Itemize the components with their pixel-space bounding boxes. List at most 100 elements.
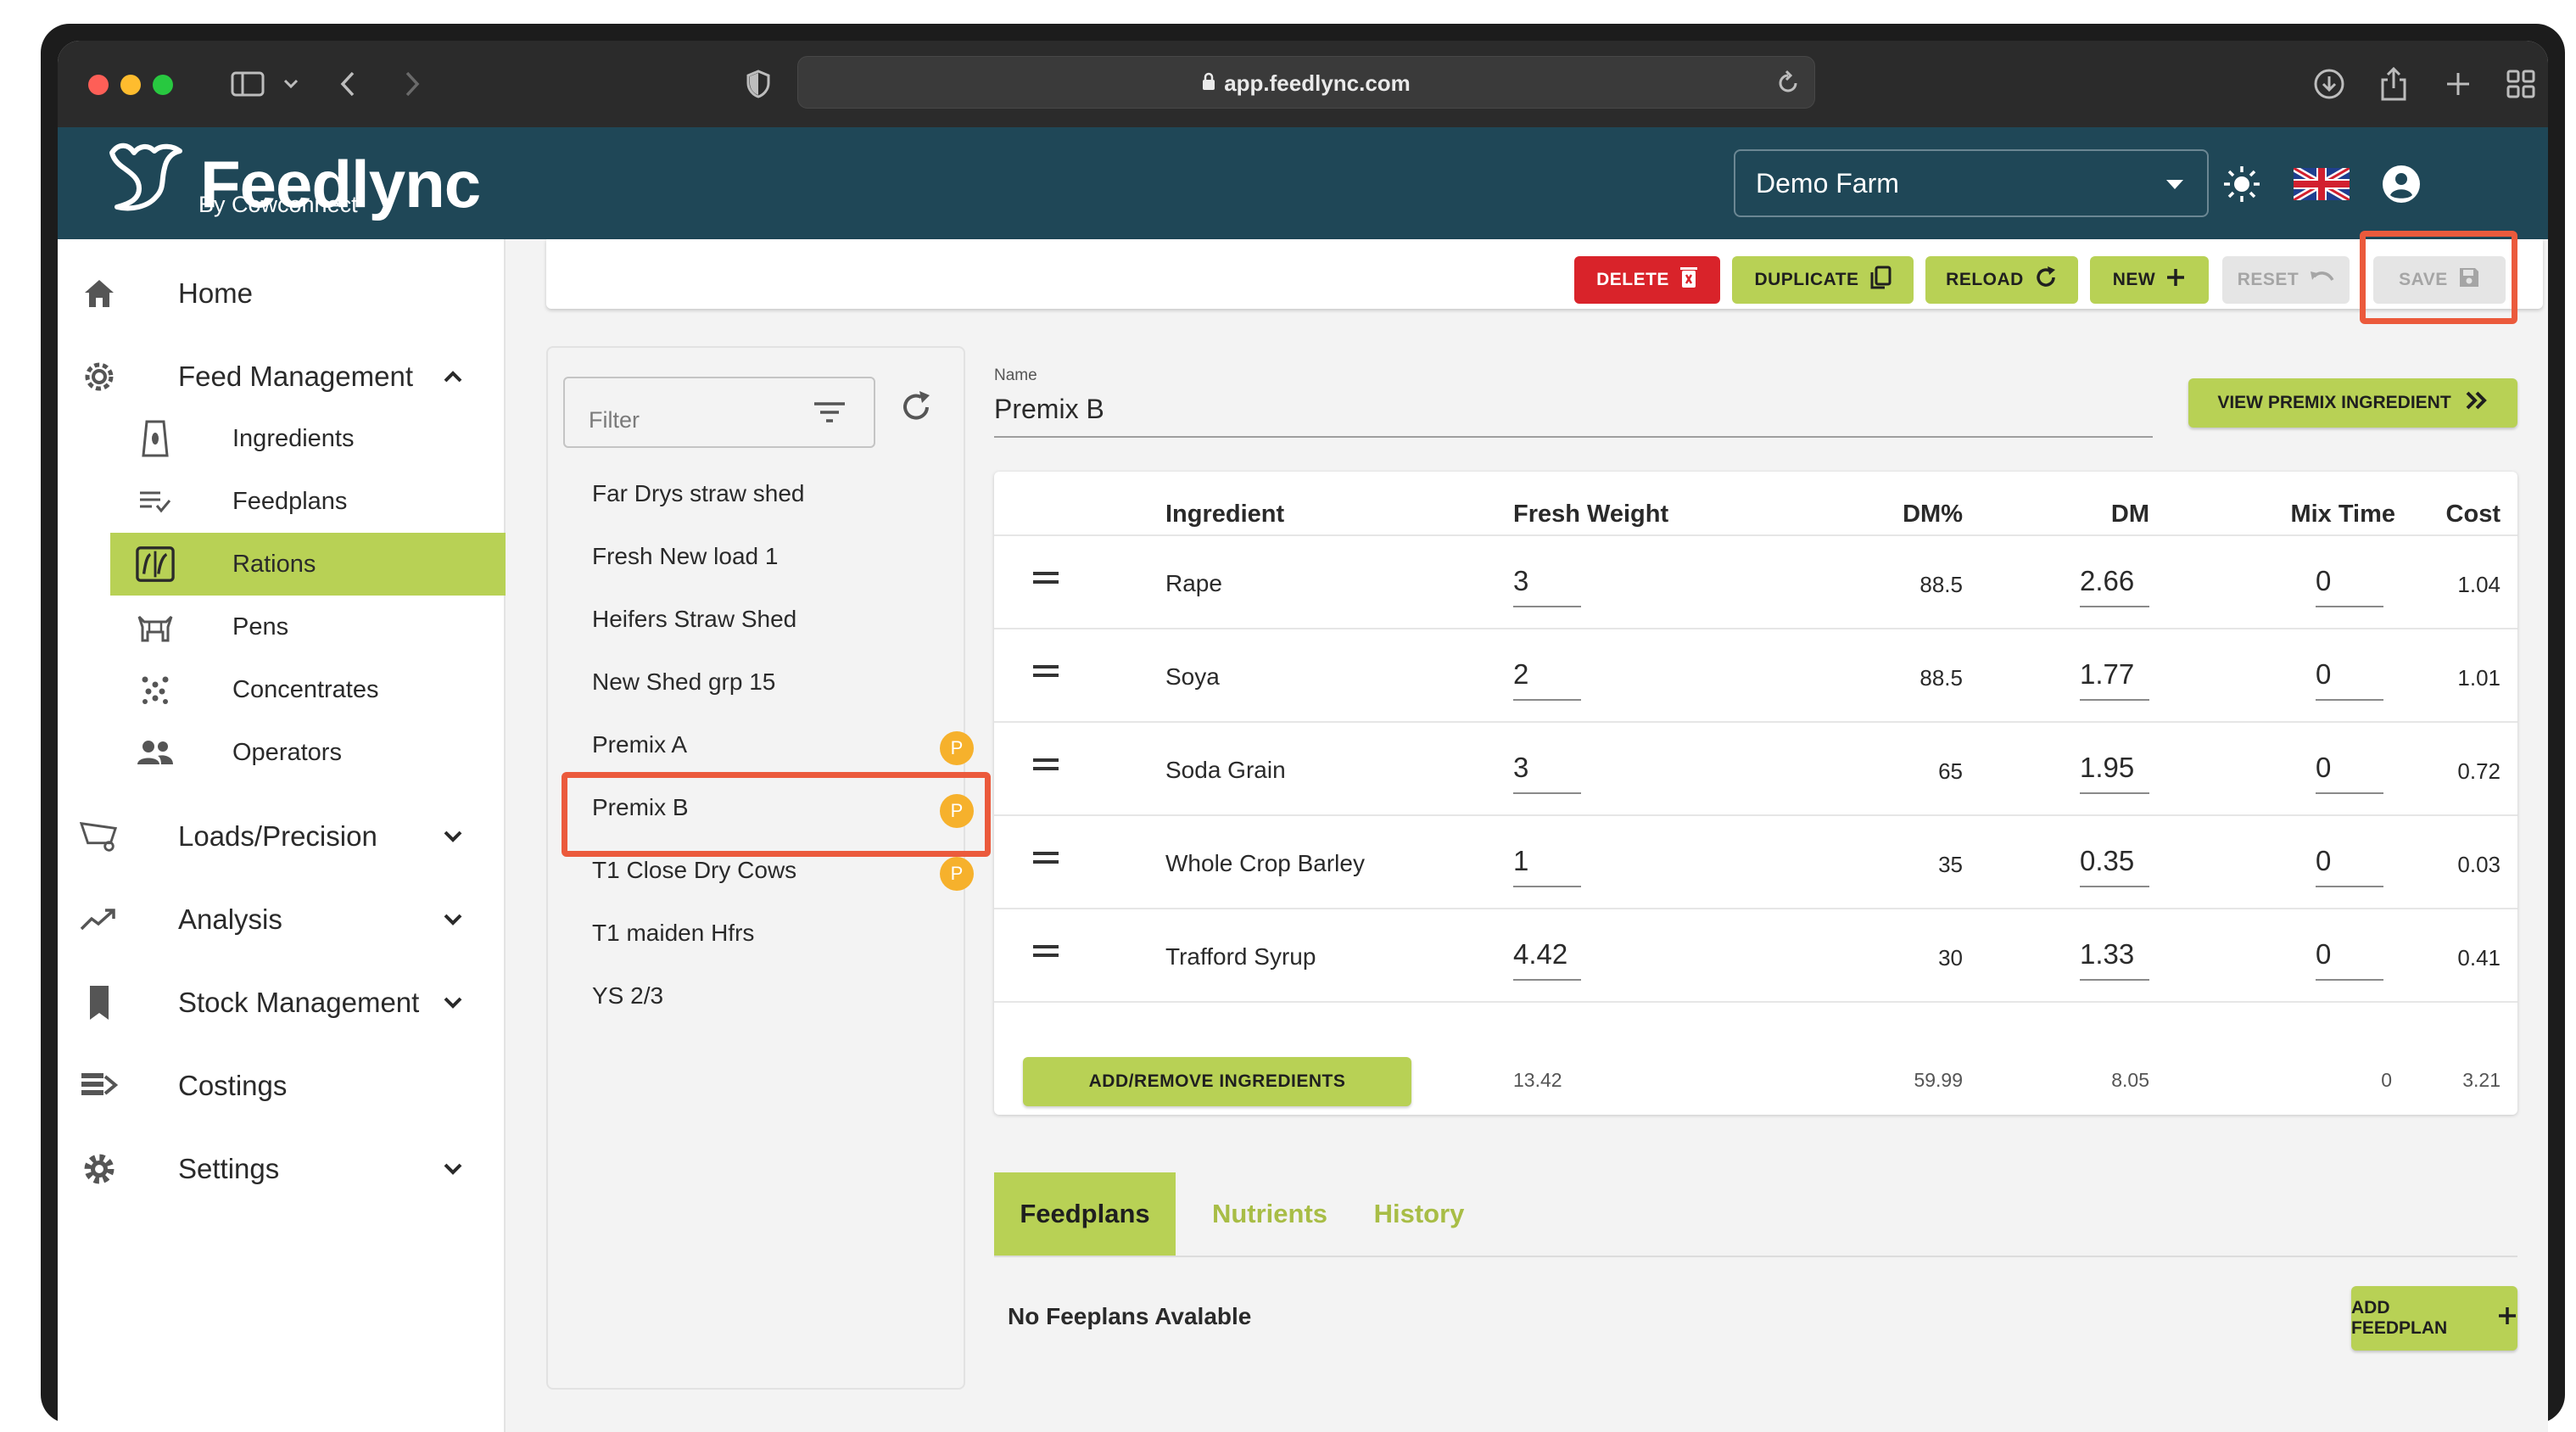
duplicate-button[interactable]: DUPLICATE [1732,256,1914,304]
ration-list-item[interactable]: Premix A [592,731,687,758]
name-field[interactable]: Premix B [994,394,1104,425]
view-premix-ingredient-button[interactable]: VIEW PREMIX INGREDIENT [2188,378,2517,428]
brightness-icon[interactable] [2219,161,2265,207]
forward-icon[interactable] [395,63,429,105]
reset-button[interactable]: RESET [2222,256,2350,304]
sidebar-toggle-icon[interactable] [224,63,271,105]
tab-feedplans[interactable]: Feedplans [994,1172,1176,1256]
no-feedplans-message: No Feeplans Avalable [1008,1303,1252,1329]
url-text: app.feedlync.com [1224,70,1411,96]
ration-list-item[interactable]: New Shed grp 15 [592,668,775,696]
plus-icon [2165,267,2186,293]
add-remove-ingredients-button[interactable]: ADD/REMOVE INGREDIENTS [1023,1057,1411,1106]
mix-time-input[interactable]: 0 [2316,658,2331,691]
sidebar-item-feed-management[interactable]: Feed Management [58,343,506,411]
dm-input[interactable]: 1.77 [2003,658,2149,691]
filter-list-icon[interactable] [813,400,847,428]
double-chevron-right-icon [2465,390,2489,416]
sidebar-item-analysis[interactable]: Analysis [58,886,506,954]
ration-list-item[interactable]: T1 Close Dry Cows [592,857,796,884]
add-remove-label: ADD/REMOVE INGREDIENTS [1088,1071,1346,1091]
sidebar-item-rations[interactable]: Rations [110,533,506,596]
mix-time-input[interactable]: 0 [2316,752,2331,784]
tab-overview-icon[interactable] [2501,63,2541,105]
chevron-down-icon [439,1155,467,1183]
dm-input[interactable]: 0.35 [2003,845,2149,877]
mix-time-input[interactable]: 0 [2316,845,2331,877]
reload-button[interactable]: RELOAD [1925,256,2078,304]
sidebar-item-concentrates[interactable]: Concentrates [110,658,506,721]
drag-handle-icon[interactable] [1033,945,1059,962]
refresh-list-icon[interactable] [899,390,933,428]
sidebar-item-loads-precision[interactable]: Loads/Precision [58,803,506,870]
sidebar-item-ingredients[interactable]: Ingredients [110,407,506,470]
copy-icon [1869,266,1891,294]
new-button[interactable]: NEW [2090,256,2209,304]
feedlync-logo[interactable]: Feedlync By Cowconnect [105,139,481,228]
fresh-weight-input[interactable]: 4.42 [1513,938,1567,971]
zoom-window-button[interactable] [153,75,173,95]
chevron-down-icon [439,823,467,850]
new-tab-icon[interactable] [2438,63,2478,105]
minimize-window-button[interactable] [120,75,141,95]
sidebar-item-pens[interactable]: Pens [110,596,506,658]
ration-list-item[interactable]: Fresh New load 1 [592,543,778,570]
sidebar-item-settings[interactable]: Settings [58,1135,506,1203]
drag-handle-icon[interactable] [1033,665,1059,682]
mix-time-input[interactable]: 0 [2316,565,2331,597]
ration-label: Fresh New load 1 [592,543,779,569]
ration-list-item[interactable]: Far Drys straw shed [592,480,805,507]
dm-pct-value: 65 [1938,758,1963,784]
fresh-weight-input[interactable]: 3 [1513,752,1528,784]
cog-icon [80,1150,119,1189]
input-underline [2316,886,2383,887]
undo-icon [2309,268,2334,292]
refresh-page-icon[interactable] [1775,69,1801,100]
tab-nutrients[interactable]: Nutrients [1198,1172,1342,1256]
premix-badge: P [940,731,974,765]
share-icon[interactable] [2373,63,2414,105]
dm-input[interactable]: 1.95 [2003,752,2149,784]
tab-history[interactable]: History [1355,1172,1483,1256]
dm-input[interactable]: 1.33 [2003,938,2149,971]
drag-handle-icon[interactable] [1033,758,1059,775]
input-underline [2080,699,2149,701]
dm-pct-value: 88.5 [1919,572,1963,597]
column-header-ingredient: Ingredient [1165,501,1285,528]
dm-input[interactable]: 2.66 [2003,565,2149,597]
input-underline [2316,606,2383,607]
uk-flag-icon[interactable] [2292,161,2351,207]
home-icon [80,274,119,313]
filter-input[interactable]: Filter [563,377,875,448]
ration-label: YS 2/3 [592,982,664,1009]
privacy-shield-icon[interactable] [741,63,775,105]
sidebar-item-operators[interactable]: Operators [110,721,506,784]
back-icon[interactable] [331,63,365,105]
sidebar-item-costings[interactable]: Costings [58,1052,506,1120]
sidebar-item-stock-management[interactable]: Stock Management [58,969,506,1037]
fresh-weight-input[interactable]: 2 [1513,658,1528,691]
fresh-weight-input[interactable]: 3 [1513,565,1528,597]
downloads-icon[interactable] [2309,63,2350,105]
close-window-button[interactable] [88,75,109,95]
ration-label: T1 maiden Hfrs [592,920,755,946]
chevron-down-icon[interactable] [278,63,304,105]
ration-list-item[interactable]: YS 2/3 [592,982,663,1010]
add-feedplan-button[interactable]: ADD FEEDPLAN [2351,1286,2517,1351]
delete-button[interactable]: DELETE [1574,256,1720,304]
ration-list-item[interactable]: T1 maiden Hfrs [592,920,754,947]
drag-handle-icon[interactable] [1033,852,1059,869]
cost-value: 1.01 [2457,665,2501,691]
sidebar-item-feedplans[interactable]: Feedplans [110,470,506,533]
new-button-label: NEW [2112,270,2156,289]
farm-select[interactable]: Demo Farm [1734,149,2209,217]
browser-window: app.feedlync.com Feedlync By Cowconnect [58,41,2548,1432]
account-icon[interactable] [2378,161,2424,207]
mix-time-input[interactable]: 0 [2316,938,2331,971]
people-icon [136,733,175,772]
drag-handle-icon[interactable] [1033,572,1059,589]
ration-list-item[interactable]: Heifers Straw Shed [592,606,796,633]
fresh-weight-input[interactable]: 1 [1513,845,1528,877]
address-bar[interactable]: app.feedlync.com [797,56,1815,109]
sidebar-item-home[interactable]: Home [58,260,506,327]
